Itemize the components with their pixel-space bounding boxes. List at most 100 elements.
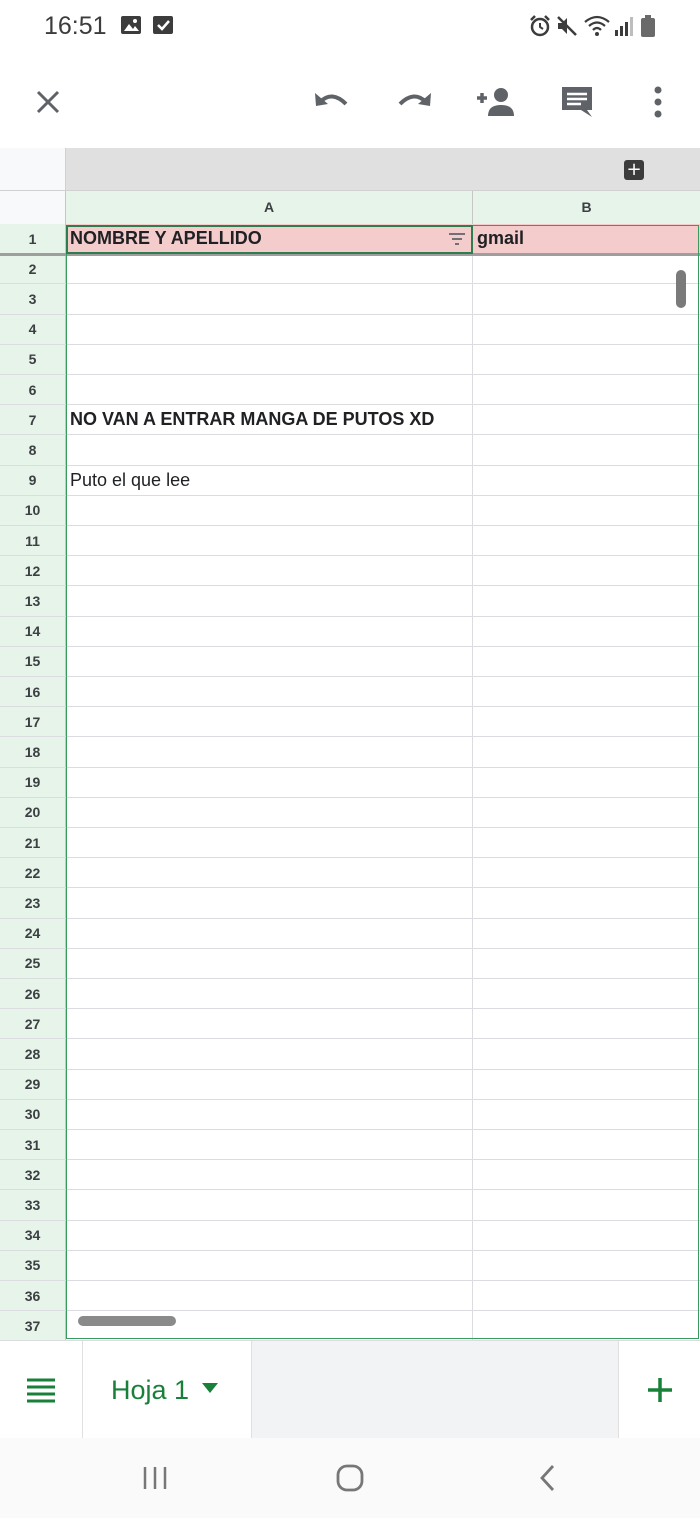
cell-b30[interactable] [473, 1100, 700, 1129]
more-vert-icon[interactable] [634, 78, 682, 126]
row-header[interactable]: 23 [0, 888, 66, 918]
cell-a4[interactable] [66, 314, 473, 344]
row-header[interactable]: 7 [0, 405, 66, 435]
row-header[interactable]: 13 [0, 586, 66, 616]
row-header[interactable]: 12 [0, 556, 66, 586]
cell-a3[interactable] [66, 284, 473, 314]
row-header[interactable]: 19 [0, 767, 66, 797]
cell-b15[interactable] [473, 647, 700, 676]
cell-b19[interactable] [473, 768, 700, 797]
cell-a36[interactable] [66, 1281, 473, 1311]
cell-b23[interactable] [473, 888, 700, 917]
cell-b11[interactable] [473, 526, 700, 555]
filter-icon[interactable] [448, 230, 466, 245]
cell-a35[interactable] [66, 1250, 473, 1280]
cell-a8[interactable] [66, 435, 473, 465]
back-icon[interactable] [522, 1458, 572, 1498]
cell-b24[interactable] [473, 919, 700, 948]
cell-a25[interactable] [66, 948, 473, 978]
cell-a27[interactable] [66, 1009, 473, 1039]
cell-a2[interactable] [66, 254, 473, 284]
row-header[interactable]: 37 [0, 1311, 66, 1340]
row-header[interactable]: 15 [0, 646, 66, 676]
cell-b36[interactable] [473, 1281, 700, 1310]
recent-apps-icon[interactable] [130, 1458, 180, 1498]
add-person-icon[interactable] [472, 78, 520, 126]
row-header[interactable]: 30 [0, 1099, 66, 1129]
cell-b5[interactable] [473, 345, 700, 374]
cell-b20[interactable] [473, 798, 700, 827]
cell-b12[interactable] [473, 556, 700, 585]
add-sheet-icon[interactable] [618, 1341, 700, 1439]
row-header[interactable]: 11 [0, 526, 66, 556]
select-all-corner[interactable] [0, 191, 66, 224]
cell-b35[interactable] [473, 1251, 700, 1280]
cell-a9[interactable]: Puto el que lee [66, 465, 473, 495]
cell-b25[interactable] [473, 949, 700, 978]
cell-a32[interactable] [66, 1160, 473, 1190]
sheet-list-icon[interactable] [0, 1341, 82, 1439]
row-header[interactable]: 34 [0, 1220, 66, 1250]
cell-a21[interactable] [66, 828, 473, 858]
cell-b22[interactable] [473, 858, 700, 887]
cell-a13[interactable] [66, 586, 473, 616]
cell-a28[interactable] [66, 1039, 473, 1069]
redo-icon[interactable] [390, 78, 438, 126]
cell-b14[interactable] [473, 617, 700, 646]
cell-b37[interactable] [473, 1311, 700, 1340]
cell-a16[interactable] [66, 677, 473, 707]
cell-a5[interactable] [66, 344, 473, 374]
row-header[interactable]: 2 [0, 254, 66, 284]
row-header[interactable]: 25 [0, 948, 66, 978]
cell-a10[interactable] [66, 495, 473, 525]
cell-b34[interactable] [473, 1221, 700, 1250]
row-header[interactable]: 1 [0, 224, 66, 254]
row-header[interactable]: 21 [0, 828, 66, 858]
cell-a14[interactable] [66, 616, 473, 646]
row-header[interactable]: 27 [0, 1009, 66, 1039]
cell-b3[interactable] [473, 284, 700, 313]
cell-b10[interactable] [473, 496, 700, 525]
cell-a12[interactable] [66, 556, 473, 586]
cell-b16[interactable] [473, 677, 700, 706]
cell-a26[interactable] [66, 979, 473, 1009]
dropdown-triangle-icon[interactable] [201, 1381, 219, 1399]
expand-plus-icon[interactable]: + [624, 160, 644, 180]
row-header[interactable]: 5 [0, 344, 66, 374]
row-header[interactable]: 17 [0, 707, 66, 737]
row-header[interactable]: 18 [0, 737, 66, 767]
cell-b32[interactable] [473, 1160, 700, 1189]
cell-b8[interactable] [473, 435, 700, 464]
row-header[interactable]: 28 [0, 1039, 66, 1069]
row-header[interactable]: 31 [0, 1130, 66, 1160]
cell-b31[interactable] [473, 1130, 700, 1159]
row-header[interactable]: 36 [0, 1281, 66, 1311]
cell-b28[interactable] [473, 1039, 700, 1068]
cell-a15[interactable] [66, 646, 473, 676]
row-header[interactable]: 26 [0, 979, 66, 1009]
cell-b29[interactable] [473, 1070, 700, 1099]
column-header-b[interactable]: B [473, 191, 700, 224]
cell-a22[interactable] [66, 858, 473, 888]
row-header[interactable]: 22 [0, 858, 66, 888]
row-header[interactable]: 10 [0, 495, 66, 525]
cell-b6[interactable] [473, 375, 700, 404]
row-header[interactable]: 20 [0, 797, 66, 827]
cell-a18[interactable] [66, 737, 473, 767]
cell-b33[interactable] [473, 1190, 700, 1219]
row-header[interactable]: 8 [0, 435, 66, 465]
cell-b2[interactable] [473, 254, 700, 283]
cell-a23[interactable] [66, 888, 473, 918]
cell-b17[interactable] [473, 707, 700, 736]
comment-icon[interactable] [553, 78, 601, 126]
cell-b13[interactable] [473, 586, 700, 615]
cell-a20[interactable] [66, 797, 473, 827]
cell-a30[interactable] [66, 1099, 473, 1129]
row-header[interactable]: 33 [0, 1190, 66, 1220]
row-header[interactable]: 3 [0, 284, 66, 314]
cell-a19[interactable] [66, 767, 473, 797]
home-icon[interactable] [325, 1458, 375, 1498]
cell-b21[interactable] [473, 828, 700, 857]
cell-a7[interactable]: NO VAN A ENTRAR MANGA DE PUTOS XD [66, 405, 473, 435]
cell-a6[interactable] [66, 375, 473, 405]
